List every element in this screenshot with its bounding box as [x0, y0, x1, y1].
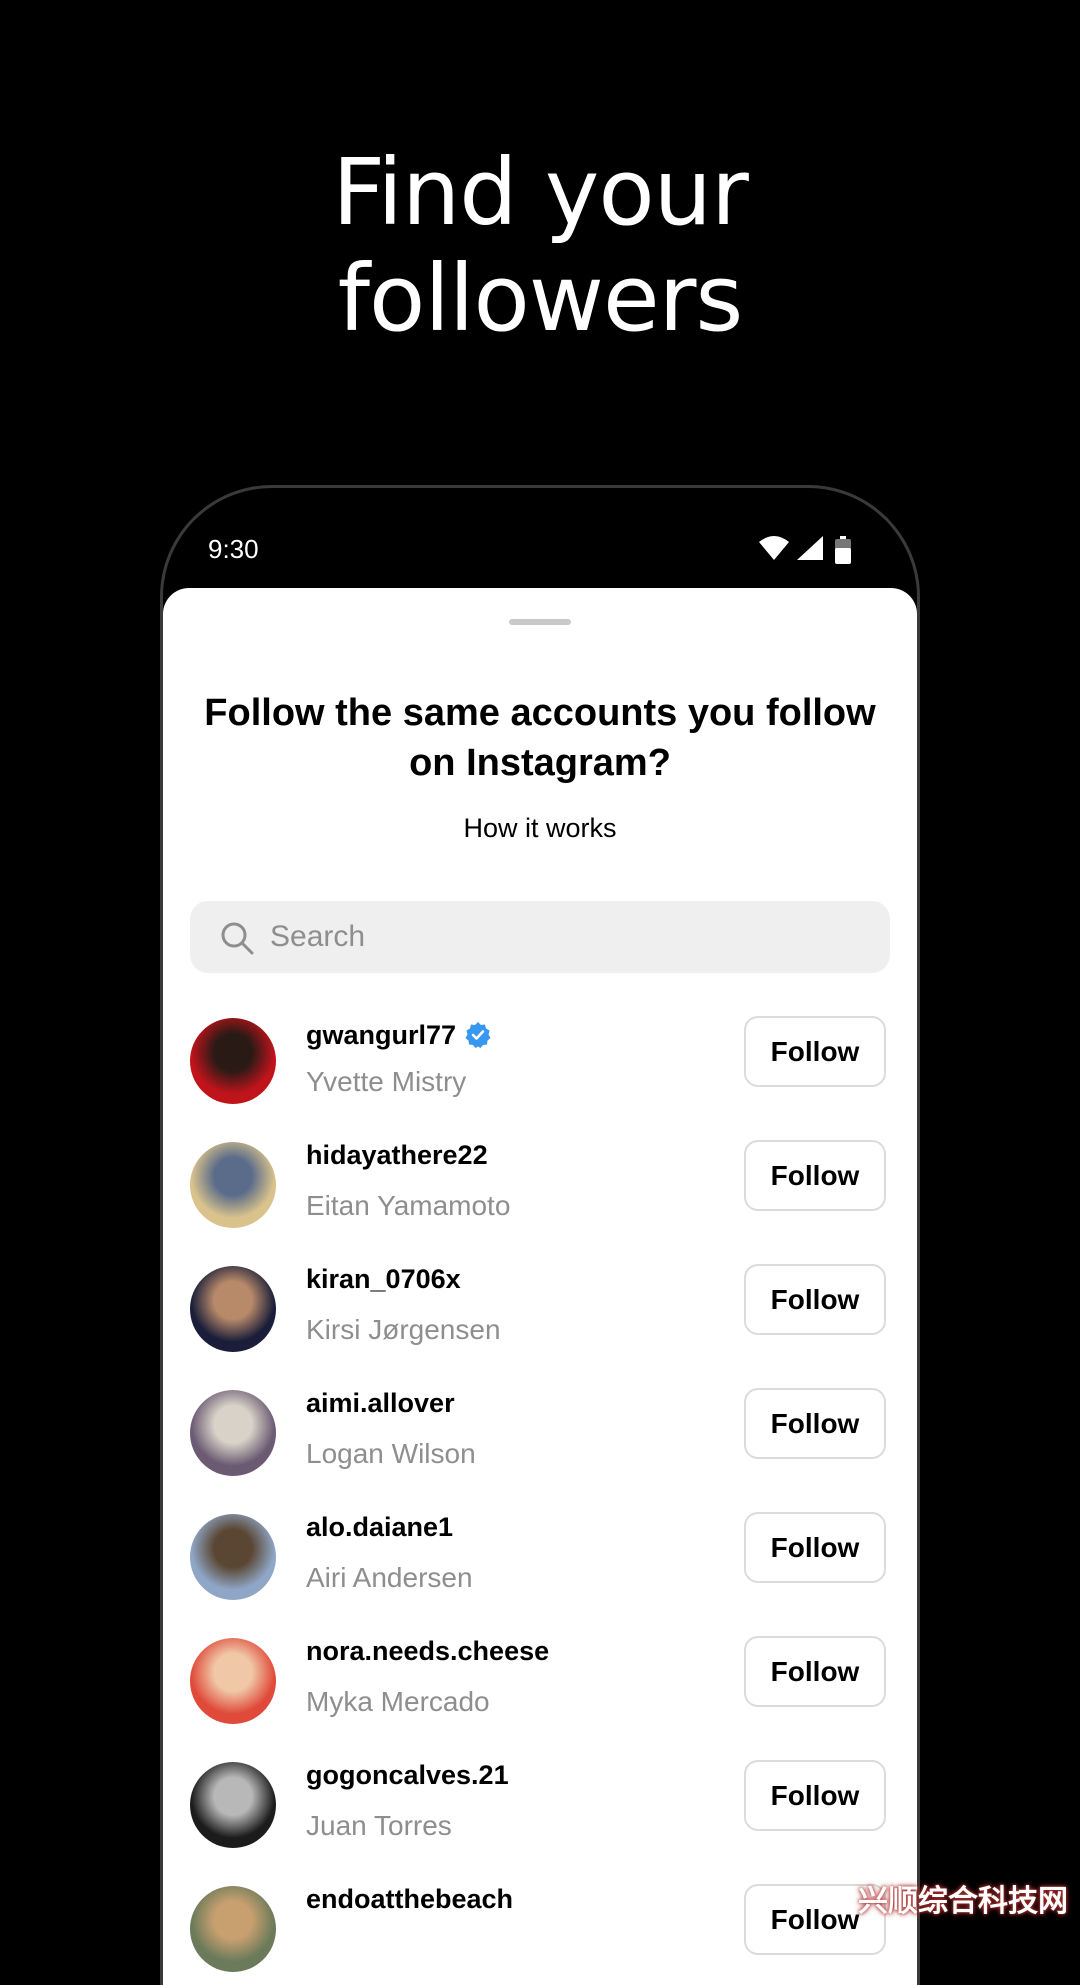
account-full-name: Yvette Mistry — [306, 1066, 467, 1097]
account-username-text: kiran_0706x — [306, 1264, 461, 1294]
account-username-text: gogoncalves.21 — [306, 1760, 509, 1790]
how-it-works-link[interactable]: How it works — [163, 813, 917, 844]
battery-icon — [835, 536, 851, 564]
status-bar: 9:30 — [163, 488, 917, 588]
follow-button[interactable]: Follow — [744, 1636, 886, 1707]
account-username-text: hidayathere22 — [306, 1140, 488, 1170]
account-username[interactable]: alo.daiane1 — [306, 1512, 453, 1543]
status-icons — [747, 536, 877, 566]
avatar[interactable] — [190, 1638, 276, 1724]
account-username[interactable]: endoatthebeach — [306, 1884, 513, 1915]
headline-line-1: Find your — [332, 139, 749, 246]
signal-icon — [797, 536, 823, 560]
avatar[interactable] — [190, 1266, 276, 1352]
account-username-text: alo.daiane1 — [306, 1512, 454, 1542]
account-full-name: Juan Torres — [306, 1810, 452, 1841]
account-row[interactable]: hidayathere22 Eitan Yamamoto Follow — [163, 1122, 917, 1246]
avatar[interactable] — [190, 1762, 276, 1848]
sheet-drag-handle[interactable] — [509, 619, 571, 625]
follow-button[interactable]: Follow — [744, 1512, 886, 1583]
follow-button[interactable]: Follow — [744, 1140, 886, 1211]
account-row[interactable]: gogoncalves.21 Juan Torres Follow — [163, 1742, 917, 1866]
search-icon — [221, 922, 254, 955]
account-full-name: Eitan Yamamoto — [306, 1190, 511, 1221]
account-username[interactable]: aimi.allover — [306, 1388, 455, 1419]
account-row[interactable]: endoatthebeach Follow — [163, 1866, 917, 1985]
account-full-name: Airi Andersen — [306, 1562, 473, 1593]
account-row[interactable]: kiran_0706x Kirsi Jørgensen Follow — [163, 1246, 917, 1370]
status-time: 9:30 — [208, 534, 259, 564]
account-full-name: Logan Wilson — [306, 1438, 476, 1469]
follow-sheet: Follow the same accounts you follow on I… — [163, 588, 917, 1985]
account-username[interactable]: gwangurl77 — [306, 1016, 492, 1051]
wifi-icon — [759, 536, 789, 560]
avatar[interactable] — [190, 1390, 276, 1476]
account-row[interactable]: nora.needs.cheese Myka Mercado Follow — [163, 1618, 917, 1742]
follow-button[interactable]: Follow — [744, 1388, 886, 1459]
account-username-text: aimi.allover — [306, 1388, 455, 1418]
sheet-title: Follow the same accounts you follow on I… — [204, 692, 876, 784]
phone-frame: 9:30 Follow the same accounts you follow… — [160, 485, 920, 1985]
account-full-name: Kirsi Jørgensen — [306, 1314, 501, 1345]
account-row[interactable]: aimi.allover Logan Wilson Follow — [163, 1370, 917, 1494]
headline: Find your followers — [0, 140, 1080, 352]
account-username[interactable]: gogoncalves.21 — [306, 1760, 509, 1791]
account-username[interactable]: kiran_0706x — [306, 1264, 461, 1295]
verified-badge-icon — [465, 1022, 491, 1048]
account-full-name: Myka Mercado — [306, 1686, 490, 1717]
avatar[interactable] — [190, 1018, 276, 1104]
headline-line-2: followers — [337, 245, 744, 352]
account-username[interactable]: hidayathere22 — [306, 1140, 488, 1171]
avatar[interactable] — [190, 1514, 276, 1600]
account-username-text: gwangurl77 — [306, 1020, 457, 1050]
follow-button[interactable]: Follow — [744, 1016, 886, 1087]
account-username-text: endoatthebeach — [306, 1884, 514, 1914]
account-username[interactable]: nora.needs.cheese — [306, 1636, 549, 1667]
follow-button[interactable]: Follow — [744, 1760, 886, 1831]
search-bar[interactable] — [190, 901, 890, 973]
follow-button[interactable]: Follow — [744, 1264, 886, 1335]
watermark: 兴顺综合科技网 — [858, 1884, 1068, 1919]
account-row[interactable]: gwangurl77 Yvette Mistry Follow — [163, 998, 917, 1122]
search-input[interactable] — [270, 901, 870, 973]
account-list: gwangurl77 Yvette Mistry Follow hidayathere… — [163, 998, 917, 1985]
account-username-text: nora.needs.cheese — [306, 1636, 550, 1666]
avatar[interactable] — [190, 1886, 276, 1972]
avatar[interactable] — [190, 1142, 276, 1228]
account-row[interactable]: alo.daiane1 Airi Andersen Follow — [163, 1494, 917, 1618]
